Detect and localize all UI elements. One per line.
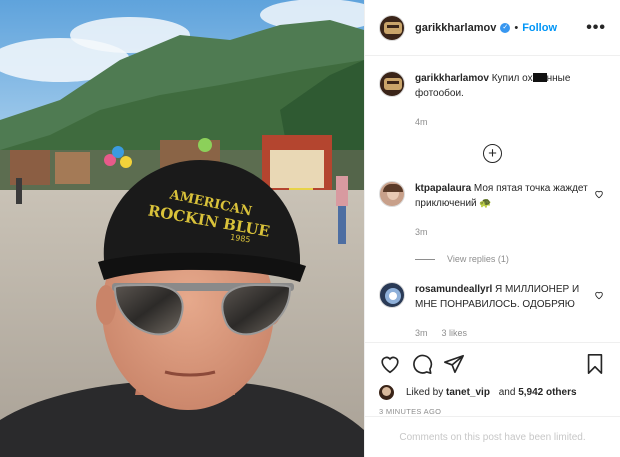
comment-row: ktpapalaura Моя пятая точка жаждет прикл…: [379, 181, 606, 240]
comment-age: 3m: [415, 328, 428, 338]
comment-author[interactable]: ktpapalaura: [415, 183, 471, 194]
comment-author[interactable]: rosamundeallyrl: [415, 284, 492, 295]
view-replies-label: View replies (1): [447, 254, 509, 264]
comment-row: rosamundeallyrl Я МИЛЛИОНЕР И МНЕ ПОНРАВ…: [379, 282, 606, 341]
post-actions: Liked by tanet_vip and 5,942 others 3 MI…: [365, 342, 620, 416]
balloon: [198, 138, 212, 152]
liked-by-row: Liked by tanet_vip and 5,942 others: [379, 385, 606, 400]
post-side-panel: garikkharlamov ✓ • Follow ••• garikkharl…: [364, 0, 620, 457]
separator-dot: •: [514, 21, 519, 34]
comment-likes[interactable]: 3 likes: [442, 326, 468, 341]
ear: [96, 285, 116, 325]
like-comment-heart-icon[interactable]: [594, 189, 604, 199]
commenter-avatar[interactable]: [379, 181, 405, 207]
turtle-emoji: 🐢: [479, 198, 492, 209]
person: [336, 176, 348, 206]
verified-icon: ✓: [500, 22, 511, 33]
author-username[interactable]: garikkharlamov: [415, 22, 496, 34]
likes-count[interactable]: 5,942 others: [518, 387, 576, 398]
liked-by-and: and: [498, 387, 516, 398]
commenter-avatar[interactable]: [379, 282, 405, 308]
view-replies-button[interactable]: View replies (1): [415, 254, 606, 264]
comments-limited-notice: Comments on this post have been limited.: [365, 416, 620, 457]
balloon: [112, 146, 124, 158]
liker-avatar[interactable]: [379, 385, 394, 400]
share-paper-plane-icon[interactable]: [443, 353, 465, 375]
caption-age: 4m: [415, 117, 428, 127]
more-options-icon[interactable]: •••: [586, 19, 606, 37]
kiosk-window: [270, 150, 324, 188]
caption-row: garikkharlamov Купил ох нные фотообои. 4m: [379, 71, 606, 130]
post-header: garikkharlamov ✓ • Follow •••: [365, 0, 620, 56]
person: [16, 178, 22, 204]
caption-text-start: Купил ох: [491, 73, 533, 84]
liked-by-prefix: Liked by: [406, 387, 444, 398]
balloon: [120, 156, 132, 168]
post-photo[interactable]: AMERICAN ROCKIN BLUE 1985: [0, 0, 364, 457]
post-timestamp[interactable]: 3 MINUTES AGO: [379, 407, 606, 416]
person: [338, 206, 346, 244]
caption-author-avatar[interactable]: [379, 71, 405, 97]
save-bookmark-icon[interactable]: [584, 353, 606, 375]
follow-button[interactable]: Follow: [522, 22, 557, 34]
like-comment-heart-icon[interactable]: [594, 290, 604, 300]
replies-divider-line: [415, 258, 435, 260]
liker-username[interactable]: tanet_vip: [446, 387, 490, 398]
author-avatar[interactable]: [379, 14, 405, 41]
like-heart-icon[interactable]: [379, 353, 401, 375]
load-more-comments-button[interactable]: +: [483, 144, 502, 163]
comment-bubble-icon[interactable]: [411, 353, 433, 375]
caption-author[interactable]: garikkharlamov: [415, 73, 489, 84]
stall: [55, 152, 90, 184]
photo-scene: AMERICAN ROCKIN BLUE 1985: [0, 0, 364, 457]
comment-age: 3m: [415, 227, 428, 237]
redaction-box: [532, 73, 547, 82]
comments-list[interactable]: garikkharlamov Купил ох нные фотообои. 4m…: [365, 57, 620, 342]
